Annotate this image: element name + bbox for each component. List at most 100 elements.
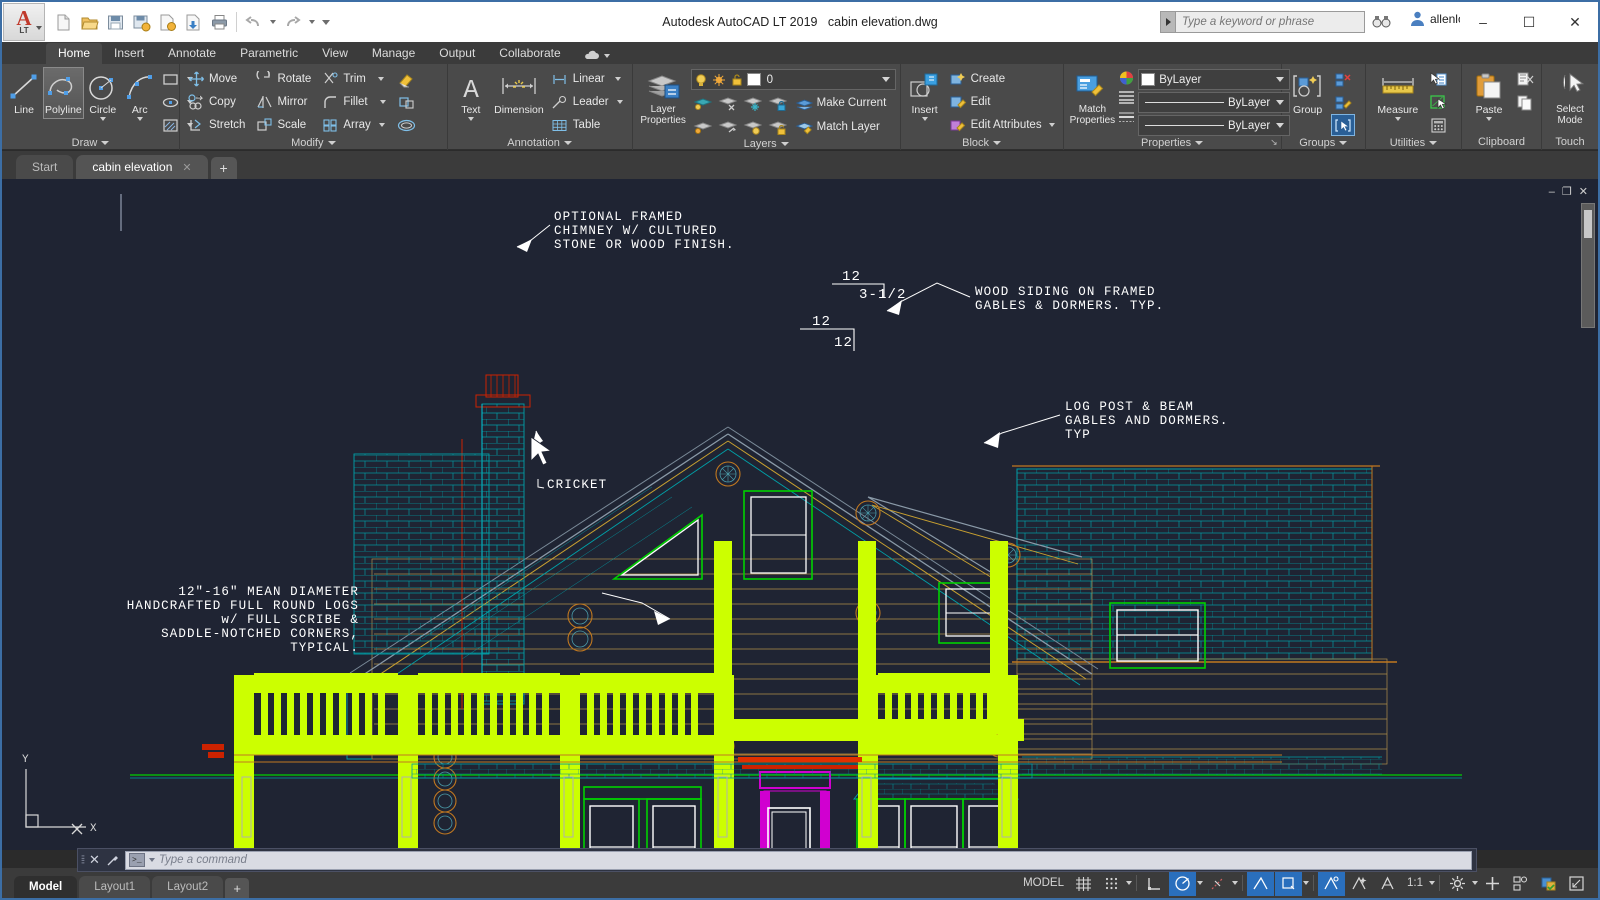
file-tab-start[interactable]: Start xyxy=(16,155,73,179)
hardware-accel-icon[interactable] xyxy=(1535,870,1562,896)
layout-tab-model[interactable]: Model xyxy=(14,876,77,898)
color-select[interactable]: ByLayer xyxy=(1138,69,1290,90)
tab-home[interactable]: Home xyxy=(46,43,102,64)
arc-button[interactable]: Arc xyxy=(122,67,158,124)
layer-unlock-icon[interactable] xyxy=(766,116,790,138)
publish-icon[interactable] xyxy=(181,9,206,35)
group-selection-icon[interactable] xyxy=(1331,114,1355,136)
maximize-button[interactable]: ☐ xyxy=(1506,2,1552,42)
plot-preview-icon[interactable] xyxy=(155,9,180,35)
object-snap-tracking-icon[interactable] xyxy=(1204,870,1231,896)
explode-icon[interactable] xyxy=(395,91,419,113)
print-icon[interactable] xyxy=(207,9,232,35)
text-button[interactable]: A Text xyxy=(452,67,490,124)
ortho-mode-icon[interactable] xyxy=(1141,870,1168,896)
chevron-down-icon[interactable] xyxy=(1486,117,1492,121)
minimize-button[interactable]: – xyxy=(1460,2,1506,42)
copy-button[interactable]: Copy xyxy=(184,91,250,113)
match-layer-button[interactable]: Match Layer xyxy=(791,116,885,138)
array-button[interactable]: Array xyxy=(318,114,390,136)
stretch-button[interactable]: Stretch xyxy=(184,114,250,136)
chevron-down-icon[interactable] xyxy=(380,100,386,104)
search-input[interactable] xyxy=(1175,11,1365,33)
chevron-down-icon[interactable] xyxy=(378,77,384,81)
redo-dropdown-icon[interactable] xyxy=(309,20,315,24)
chevron-down-icon[interactable] xyxy=(882,77,890,82)
layout-tab-layout2[interactable]: Layout2 xyxy=(152,876,223,898)
new-file-icon[interactable] xyxy=(51,9,76,35)
ribbon-options-menu[interactable] xyxy=(583,50,610,64)
panel-title-groups[interactable]: Groups xyxy=(1282,136,1365,150)
match-properties-button[interactable]: Match Properties xyxy=(1068,67,1118,129)
command-history-icon[interactable] xyxy=(149,858,155,862)
panel-title-utilities[interactable]: Utilities xyxy=(1366,136,1461,150)
new-layout-button[interactable]: + xyxy=(225,878,249,898)
chevron-down-icon[interactable] xyxy=(468,117,474,121)
linetype-select[interactable]: ByLayer xyxy=(1138,92,1290,113)
file-tab-cabin-elevation[interactable]: cabin elevation ✕ xyxy=(76,155,207,179)
save-icon[interactable] xyxy=(103,9,128,35)
lineweight-select[interactable]: ByLayer xyxy=(1138,115,1290,136)
search-box[interactable] xyxy=(1160,10,1393,34)
new-drawing-tab-button[interactable]: + xyxy=(211,157,237,179)
osnap-dropdown-icon[interactable] xyxy=(1303,881,1309,885)
scale-dropdown-icon[interactable] xyxy=(1429,881,1435,885)
panel-title-modify[interactable]: Modify xyxy=(180,136,447,150)
dimension-button[interactable]: Dimension xyxy=(491,67,547,119)
drawing-canvas[interactable]: – ❐ ✕ xyxy=(2,179,1598,850)
panel-title-annotation[interactable]: Annotation xyxy=(448,136,632,150)
qat-customize-icon[interactable] xyxy=(322,20,330,25)
paste-button[interactable]: Paste xyxy=(1466,67,1512,124)
layer-off-icon[interactable] xyxy=(716,92,740,114)
viewport-close-button[interactable]: ✕ xyxy=(1579,185,1588,198)
isolate-objects-icon[interactable] xyxy=(1507,870,1534,896)
redo-icon[interactable] xyxy=(280,9,305,35)
panel-title-clipboard[interactable]: Clipboard xyxy=(1462,133,1541,150)
viewport-restore-button[interactable]: ❐ xyxy=(1562,185,1572,198)
chevron-down-icon[interactable] xyxy=(379,123,385,127)
tab-output[interactable]: Output xyxy=(427,43,487,64)
move-button[interactable]: Move xyxy=(184,68,250,90)
layout-tab-layout1[interactable]: Layout1 xyxy=(79,876,150,898)
panel-title-block[interactable]: Block xyxy=(901,136,1063,150)
quick-select-icon[interactable] xyxy=(1427,68,1451,90)
command-input[interactable]: >_ Type a command xyxy=(125,851,1472,870)
edit-block-button[interactable]: Edit xyxy=(946,91,1060,113)
current-layer-select[interactable]: 0 xyxy=(691,69,896,90)
osnap-tracking-dropdown-icon[interactable] xyxy=(1232,881,1238,885)
chevron-down-icon[interactable] xyxy=(615,77,621,81)
quick-calc-area-icon[interactable] xyxy=(1427,91,1451,113)
undo-icon[interactable] xyxy=(241,9,266,35)
ungroup-icon[interactable] xyxy=(1331,68,1355,90)
chevron-down-icon[interactable] xyxy=(617,100,623,104)
panel-title-draw[interactable]: Draw xyxy=(2,136,179,150)
open-file-icon[interactable] xyxy=(77,9,102,35)
tab-annotate[interactable]: Annotate xyxy=(156,43,228,64)
fullscreen-icon[interactable] xyxy=(1563,870,1590,896)
tab-parametric[interactable]: Parametric xyxy=(228,43,310,64)
circle-button[interactable]: Circle xyxy=(85,67,121,124)
search-dropdown-icon[interactable] xyxy=(1160,11,1175,33)
select-mode-button[interactable]: Select Mode xyxy=(1546,67,1594,129)
offset-icon[interactable] xyxy=(395,114,419,136)
annotation-scale-icon[interactable] xyxy=(1374,870,1401,896)
copy-clip-icon[interactable] xyxy=(1513,91,1537,113)
undo-dropdown-icon[interactable] xyxy=(270,20,276,24)
grid-display-icon[interactable] xyxy=(1070,870,1097,896)
rotate-button[interactable]: Rotate xyxy=(252,68,316,90)
annotation-scale-value[interactable]: 1:1 xyxy=(1402,870,1428,896)
search-icon[interactable] xyxy=(1369,11,1393,33)
customization-icon[interactable] xyxy=(1479,870,1506,896)
ucs-icon-toggle[interactable] xyxy=(1275,870,1302,896)
annotation-visibility-icon[interactable] xyxy=(1318,870,1345,896)
layer-on2-icon[interactable] xyxy=(716,116,740,138)
measure-button[interactable]: Measure xyxy=(1370,67,1426,124)
insert-block-button[interactable]: Insert xyxy=(905,67,945,124)
layer-unisolate-icon[interactable] xyxy=(691,116,715,138)
group-edit-icon[interactable] xyxy=(1331,91,1355,113)
chevron-down-icon[interactable] xyxy=(1395,117,1401,121)
layer-isolate-icon[interactable] xyxy=(691,92,715,114)
command-line-close-icon[interactable]: ✕ xyxy=(89,852,100,868)
command-line-settings-icon[interactable] xyxy=(105,853,120,868)
vertical-scrollbar[interactable] xyxy=(1581,203,1595,328)
